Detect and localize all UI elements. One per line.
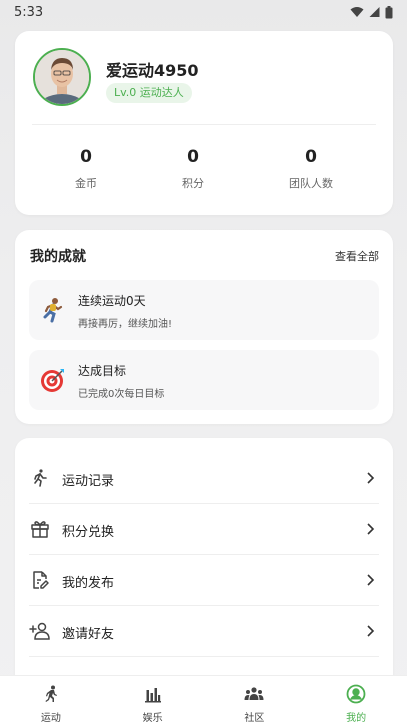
- tab-community[interactable]: 社区: [204, 676, 306, 725]
- chevron-right-icon: [367, 625, 375, 637]
- signal-icon: [369, 7, 380, 17]
- divider: [32, 124, 376, 125]
- tab-label: 我的: [346, 713, 367, 724]
- profile-card: 爱运动4950 Lv.0 运动达人 0 金币 0 积分 0 团队人数: [15, 31, 393, 215]
- profile-icon: [346, 684, 366, 704]
- menu-label: 运动记录: [62, 474, 115, 489]
- achievement-desc: 再接再厉，继续加油!: [78, 319, 173, 330]
- tab-entertainment[interactable]: 娱乐: [102, 676, 204, 725]
- menu-label: 积分兑换: [62, 525, 115, 540]
- stat-team-count[interactable]: 0 团队人数: [271, 147, 351, 191]
- stat-label: 积分: [182, 177, 204, 190]
- stat-label: 金币: [75, 177, 97, 190]
- menu-item-invite-friends[interactable]: 邀请好友: [29, 606, 379, 657]
- achievement-name: 达成目标: [78, 364, 127, 378]
- stat-value: 0: [305, 147, 317, 167]
- view-all-link[interactable]: 查看全部: [335, 248, 379, 264]
- stat-value: 0: [80, 147, 92, 167]
- chevron-right-icon: [367, 523, 375, 535]
- stat-coins[interactable]: 0 金币: [46, 147, 126, 191]
- achievement-desc: 已完成0次每日目标: [78, 389, 165, 400]
- tab-label: 娱乐: [142, 713, 163, 724]
- username: 爱运动4950: [106, 61, 199, 80]
- target-icon: [39, 366, 67, 394]
- chevron-right-icon: [367, 574, 375, 586]
- menu-item-my-posts[interactable]: 我的发布: [29, 555, 379, 606]
- menu-item-exercise-records[interactable]: 运动记录: [29, 453, 379, 504]
- stat-label: 团队人数: [289, 177, 333, 190]
- achievements-title: 我的成就: [30, 249, 86, 265]
- status-bar: 5:33: [0, 0, 407, 24]
- status-time: 5:33: [14, 4, 44, 20]
- menu-label: 邀请好友: [62, 627, 115, 642]
- achievement-name: 连续运动0天: [78, 294, 146, 308]
- achievements-card: 我的成就 查看全部 连续运动0天 再接再厉，继续加油! 达成目标 已完成0次每日…: [15, 230, 393, 424]
- battery-icon: [385, 5, 393, 18]
- gift-icon: [29, 518, 51, 540]
- run-icon: [41, 684, 61, 704]
- menu-label: 我的发布: [62, 576, 115, 591]
- level-badge: Lv.0 运动达人: [106, 83, 192, 103]
- chevron-right-icon: [367, 472, 375, 484]
- tab-label: 运动: [40, 713, 61, 724]
- status-icons: [350, 5, 393, 19]
- achievement-item-goal[interactable]: 达成目标 已完成0次每日目标: [29, 350, 379, 410]
- tab-exercise[interactable]: 运动: [0, 676, 102, 725]
- running-person-icon: [39, 296, 67, 324]
- bar-chart-icon: [143, 684, 163, 704]
- menu-item-points-exchange[interactable]: 积分兑换: [29, 504, 379, 555]
- tab-mine[interactable]: 我的: [305, 676, 407, 725]
- add-user-icon: [29, 620, 51, 642]
- group-icon: [244, 684, 264, 704]
- walking-icon: [29, 467, 51, 489]
- avatar[interactable]: [33, 48, 91, 106]
- menu-card: 运动记录 积分兑换 我的发布 邀请好友: [15, 438, 393, 698]
- stat-value: 0: [187, 147, 199, 167]
- stat-points[interactable]: 0 积分: [153, 147, 233, 191]
- bottom-tab-bar: 运动 娱乐 社区 我的: [0, 675, 407, 725]
- edit-document-icon: [29, 569, 51, 591]
- achievement-item-streak[interactable]: 连续运动0天 再接再厉，继续加油!: [29, 280, 379, 340]
- tab-label: 社区: [244, 713, 265, 724]
- wifi-icon: [350, 7, 364, 17]
